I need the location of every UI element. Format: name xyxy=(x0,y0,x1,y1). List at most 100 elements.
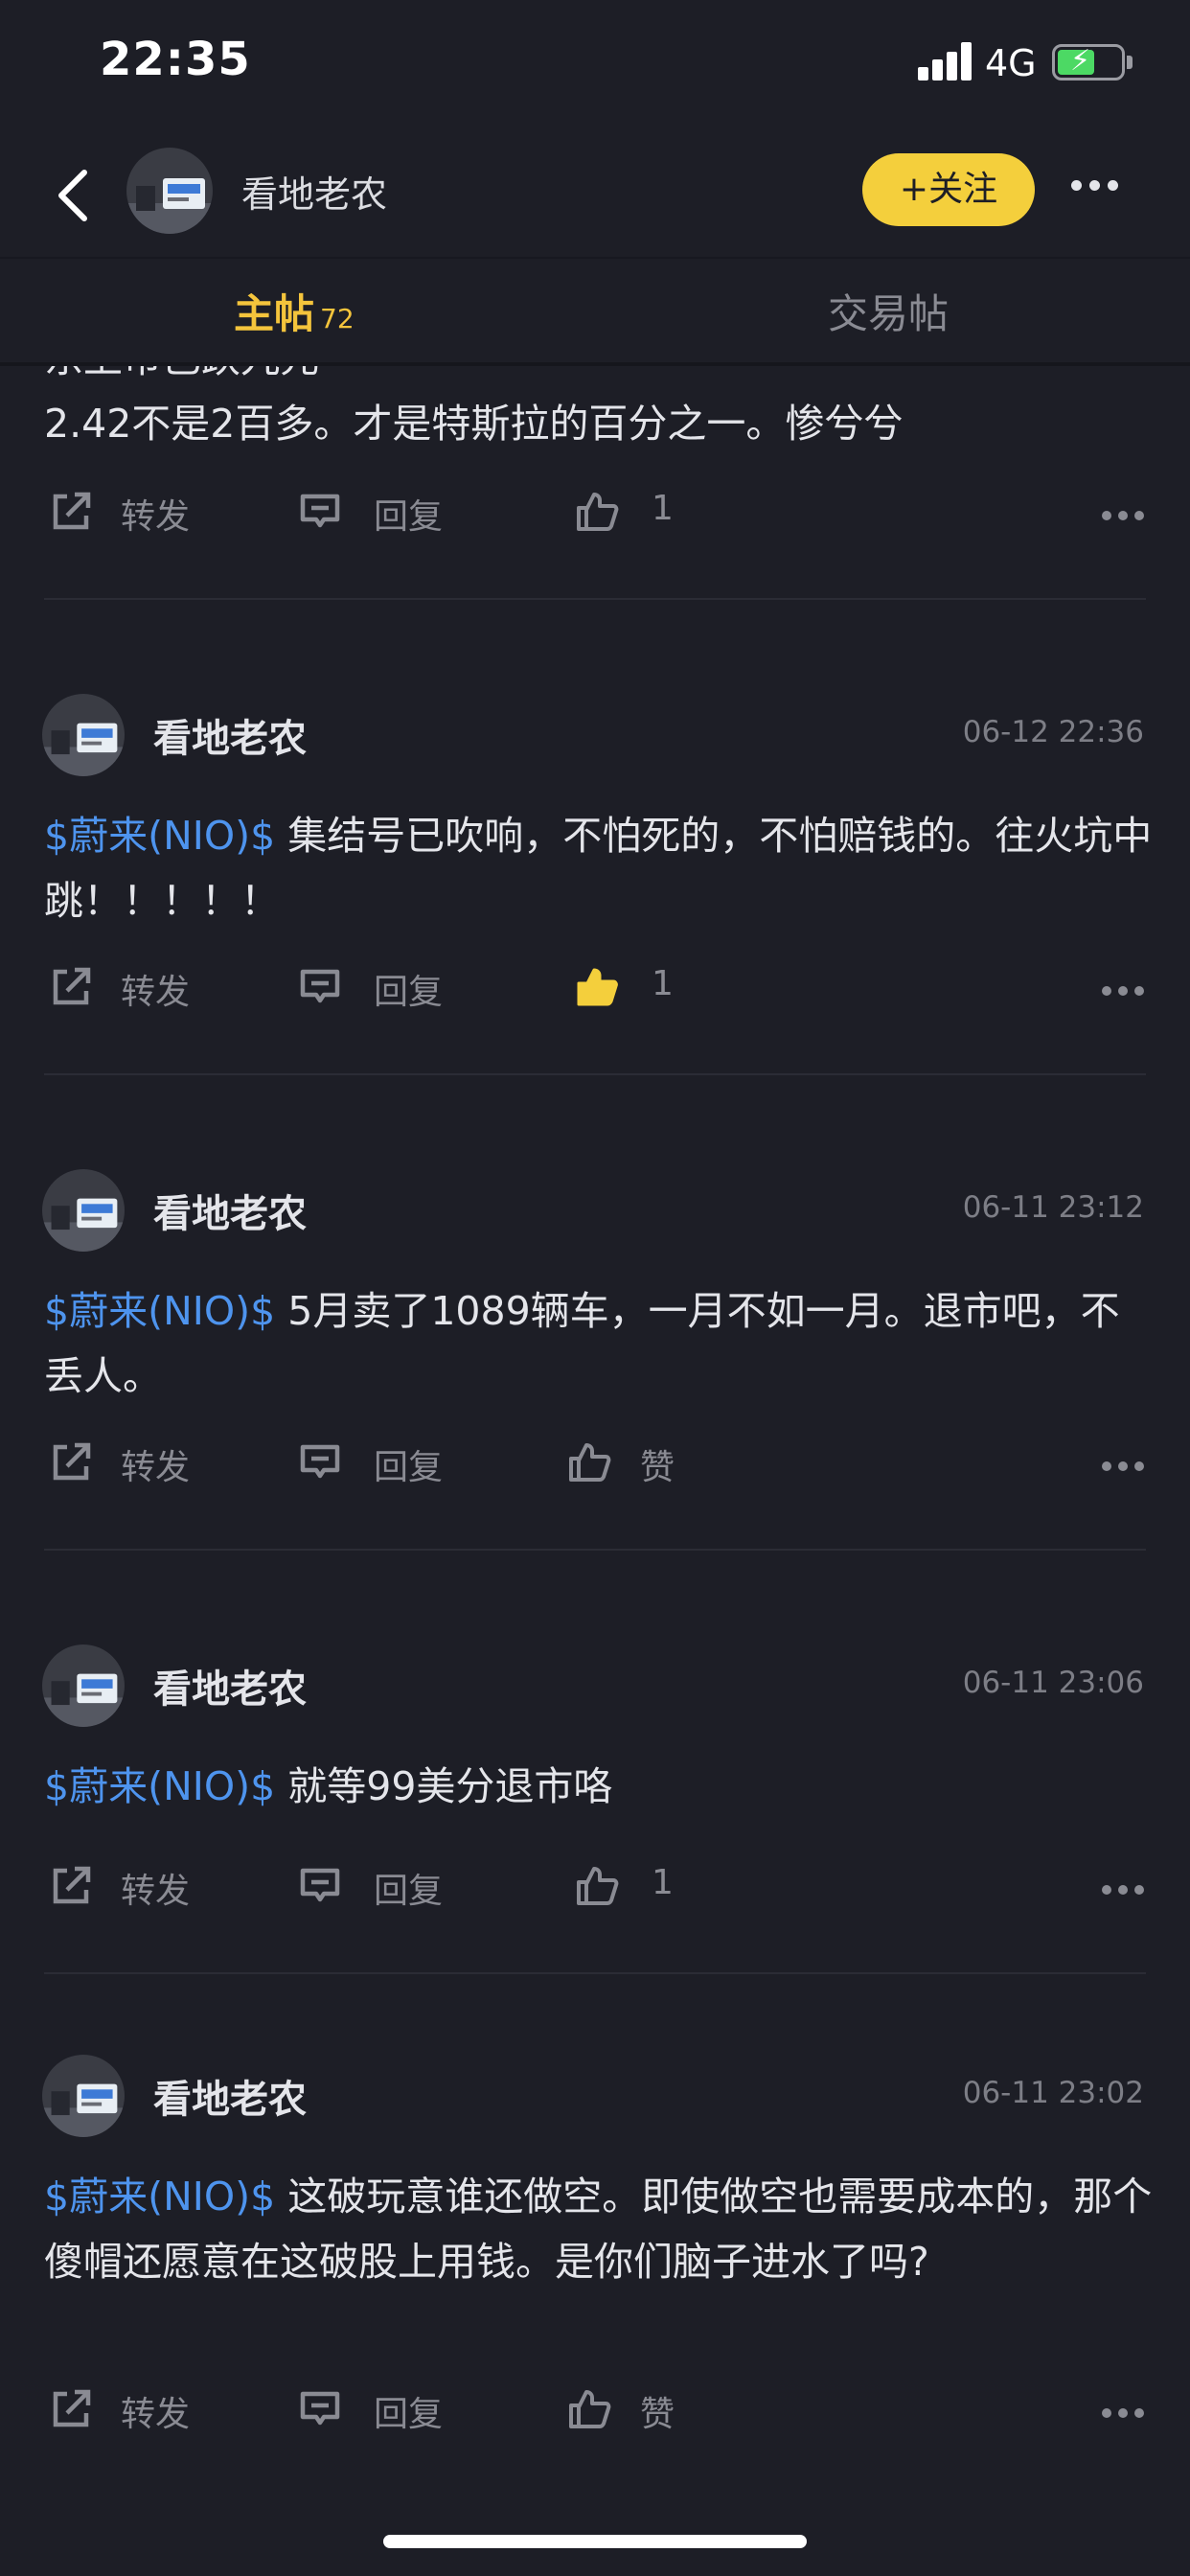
repost-button[interactable]: 转发 xyxy=(48,958,201,1016)
repost-label: 转发 xyxy=(121,1448,191,1487)
like-label: 赞 xyxy=(640,1448,675,1487)
share-icon xyxy=(53,967,91,1005)
reply-button[interactable]: 回复 xyxy=(297,2380,450,2438)
post-divider xyxy=(44,1549,1146,1551)
post-author[interactable]: 看地老农 xyxy=(153,1183,307,1238)
like-count: 1 xyxy=(652,964,674,1003)
post-feed: 东上市已跌九元 2.42不是2百多。才是特斯拉的百分之一。惨兮兮 转发 回复 1 xyxy=(0,366,1190,2503)
post-item: 看地老农 06-11 23:02 $蔚来(NIO)$ 这破玩意谁还做空。即使做空… xyxy=(0,2043,1190,2503)
post-text: 东上市已跌九元 2.42不是2百多。才是特斯拉的百分之一。惨兮兮 xyxy=(44,366,1156,456)
thumbs-up-icon xyxy=(569,2390,611,2428)
reply-button[interactable]: 回复 xyxy=(297,1434,450,1491)
thumbs-up-icon xyxy=(577,1867,619,1905)
repost-label: 转发 xyxy=(121,973,191,1012)
reply-label: 回复 xyxy=(374,1448,444,1487)
repost-button[interactable]: 转发 xyxy=(48,483,201,540)
post-text: $蔚来(NIO)$ 集结号已吹响，不怕死的，不怕赔钱的。往火坑中跳！！！！！ xyxy=(44,803,1156,933)
post-text-line: 2.42不是2百多。才是特斯拉的百分之一。惨兮兮 xyxy=(44,401,904,447)
post-header: 看地老农 06-11 23:06 xyxy=(0,1633,1190,1729)
avatar[interactable] xyxy=(42,1644,125,1727)
post-actions: 转发 回复 1 xyxy=(0,1857,1190,1915)
like-button[interactable]: 1 xyxy=(575,958,690,1016)
thumbs-up-icon xyxy=(569,1443,611,1482)
follow-button[interactable]: +关注 xyxy=(862,153,1035,226)
post-actions: 转发 回复 1 xyxy=(0,958,1190,1016)
post-text: $蔚来(NIO)$ 5月卖了1089辆车，一月不如一月。退市吧，不丢人。 xyxy=(44,1278,1156,1409)
like-button[interactable]: 赞 xyxy=(567,1434,701,1491)
thumbs-up-icon xyxy=(577,493,619,531)
post-author[interactable]: 看地老农 xyxy=(153,707,307,763)
post-timestamp: 06-11 23:02 xyxy=(962,2076,1144,2110)
signal-strength-icon xyxy=(918,42,972,80)
like-button[interactable]: 赞 xyxy=(567,2380,701,2438)
reply-button[interactable]: 回复 xyxy=(297,958,450,1016)
comment-icon xyxy=(300,969,340,1003)
post-content: 就等99美分退市咯 xyxy=(275,1763,613,1809)
avatar[interactable] xyxy=(42,694,125,776)
nav-user-name: 看地老农 xyxy=(241,173,388,216)
avatar[interactable] xyxy=(42,1169,125,1252)
status-bar: 22:35 4G ⚡ xyxy=(0,0,1190,134)
post-item: 看地老农 06-11 23:12 $蔚来(NIO)$ 5月卖了1089辆车，一月… xyxy=(0,1158,1190,1637)
thumbs-up-icon xyxy=(577,968,618,1006)
like-count: 1 xyxy=(652,1863,674,1902)
tab-trade-posts[interactable]: 交易帖 xyxy=(828,282,949,340)
stock-ticker-link[interactable]: $蔚来(NIO)$ xyxy=(44,813,275,859)
tab-bar: 主帖 72 交易帖 xyxy=(0,257,1190,364)
like-button[interactable]: 1 xyxy=(575,1857,690,1915)
share-icon xyxy=(53,1866,91,1904)
reply-label: 回复 xyxy=(374,973,444,1012)
nav-bar: 看地老农 +关注 xyxy=(0,134,1190,257)
more-icon[interactable] xyxy=(1102,1880,1159,1895)
repost-label: 转发 xyxy=(121,2395,191,2434)
share-icon xyxy=(53,492,91,530)
post-timestamp: 06-11 23:06 xyxy=(962,1666,1144,1700)
more-icon[interactable] xyxy=(1102,2404,1159,2418)
comment-icon xyxy=(300,1868,340,1902)
repost-button[interactable]: 转发 xyxy=(48,1434,201,1491)
status-time: 22:35 xyxy=(100,33,251,86)
avatar[interactable] xyxy=(42,2055,125,2137)
repost-button[interactable]: 转发 xyxy=(48,2380,201,2438)
comment-icon xyxy=(300,2391,340,2426)
repost-label: 转发 xyxy=(121,1872,191,1911)
more-icon[interactable] xyxy=(1071,176,1129,196)
post-timestamp: 06-11 23:12 xyxy=(962,1190,1144,1225)
post-author[interactable]: 看地老农 xyxy=(153,2068,307,2124)
stock-ticker-link[interactable]: $蔚来(NIO)$ xyxy=(44,2174,275,2220)
post-timestamp: 06-12 22:36 xyxy=(962,715,1144,749)
post-divider xyxy=(44,1972,1146,1974)
post-divider xyxy=(44,1073,1146,1075)
more-icon[interactable] xyxy=(1102,506,1159,520)
tab-main-count: 72 xyxy=(320,303,355,334)
network-type: 4G xyxy=(985,42,1037,84)
post-actions: 转发 回复 1 xyxy=(0,483,1190,540)
reply-button[interactable]: 回复 xyxy=(297,1857,450,1915)
stock-ticker-link[interactable]: $蔚来(NIO)$ xyxy=(44,1763,275,1809)
post-item: 看地老农 06-12 22:36 $蔚来(NIO)$ 集结号已吹响，不怕死的，不… xyxy=(0,682,1190,1162)
like-button[interactable]: 1 xyxy=(575,483,690,540)
post-item: 看地老农 06-11 23:06 $蔚来(NIO)$ 就等99美分退市咯 转发 … xyxy=(0,1633,1190,2045)
post-text-line: 东上市已跌九元 xyxy=(44,366,1156,391)
back-icon[interactable] xyxy=(48,165,105,226)
post-text: $蔚来(NIO)$ 就等99美分退市咯 xyxy=(44,1754,1156,1819)
repost-button[interactable]: 转发 xyxy=(48,1857,201,1915)
comment-icon xyxy=(300,1444,340,1479)
post-actions: 转发 回复 赞 xyxy=(0,2380,1190,2438)
post-header: 看地老农 06-12 22:36 xyxy=(0,682,1190,778)
more-icon[interactable] xyxy=(1102,1457,1159,1471)
home-indicator[interactable] xyxy=(383,2535,807,2548)
more-icon[interactable] xyxy=(1102,981,1159,996)
reply-label: 回复 xyxy=(374,1872,444,1911)
repost-label: 转发 xyxy=(121,497,191,537)
reply-label: 回复 xyxy=(374,497,444,537)
share-icon xyxy=(53,2389,91,2427)
post-author[interactable]: 看地老农 xyxy=(153,1658,307,1714)
reply-button[interactable]: 回复 xyxy=(297,483,450,540)
tab-main-posts[interactable]: 主帖 72 xyxy=(234,282,355,340)
avatar[interactable] xyxy=(126,148,213,234)
share-icon xyxy=(53,1442,91,1481)
tab-main-label: 主帖 xyxy=(234,290,315,337)
stock-ticker-link[interactable]: $蔚来(NIO)$ xyxy=(44,1288,275,1334)
battery-icon: ⚡ xyxy=(1052,44,1125,80)
